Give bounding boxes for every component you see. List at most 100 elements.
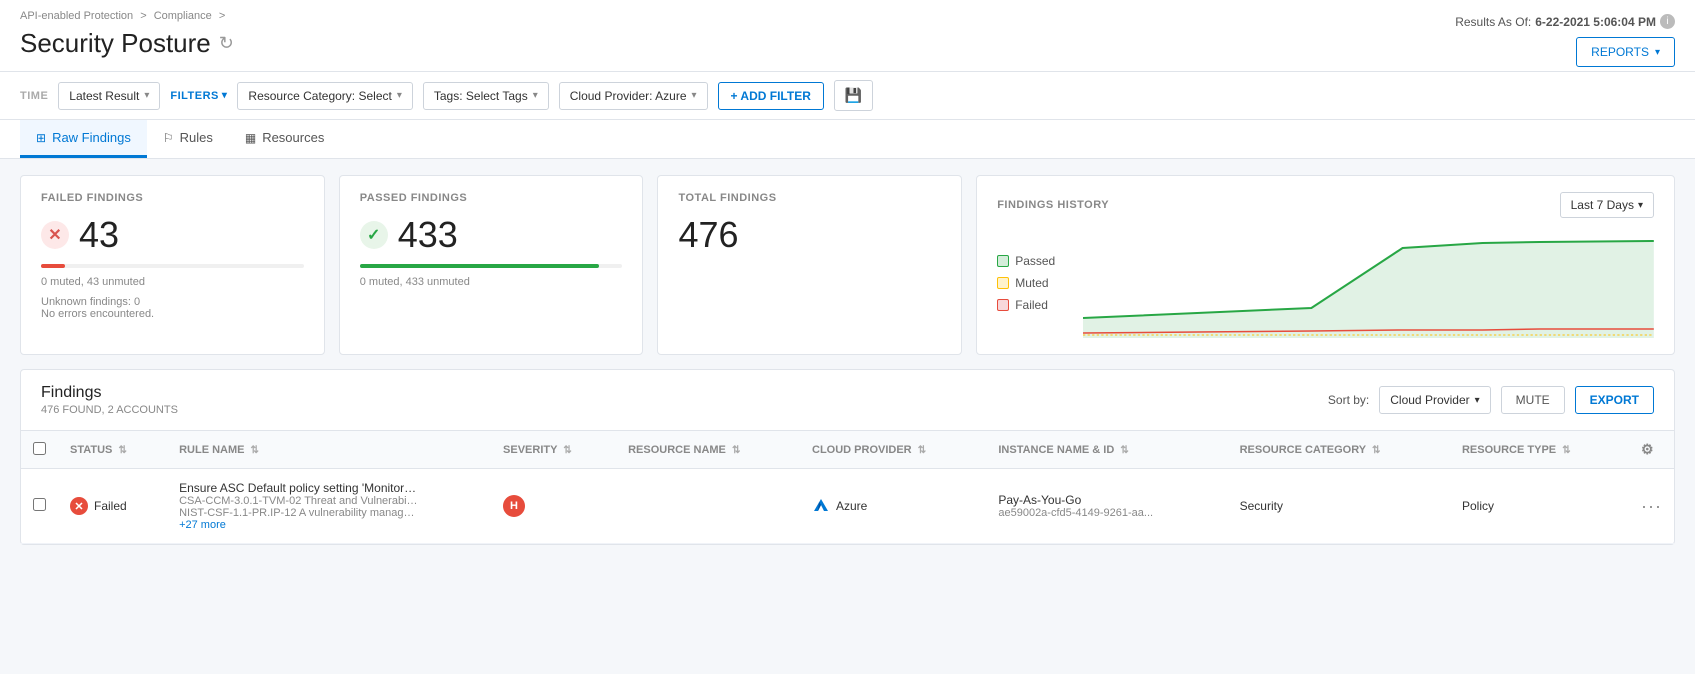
cloud-provider-dropdown[interactable]: Cloud Provider: Azure ▾ (559, 82, 708, 110)
rule-name-sub1: CSA-CCM-3.0.1-TVM-02 Threat and Vulnerab… (179, 495, 419, 507)
chart-legend: Passed Muted Failed (997, 228, 1067, 338)
total-value: 476 (678, 214, 738, 256)
sort-arrows-icon: ⇅ (918, 445, 926, 456)
table-wrapper: STATUS ⇅ RULE NAME ⇅ SEVERITY ⇅ RESOUR (21, 431, 1674, 544)
findings-section: Findings 476 FOUND, 2 ACCOUNTS Sort by: … (20, 369, 1675, 545)
metrics-row: FAILED FINDINGS ✕ 43 0 muted, 43 unmuted… (20, 175, 1675, 355)
th-cloud-provider[interactable]: CLOUD PROVIDER ⇅ (800, 431, 986, 469)
findings-history-card: FINDINGS HISTORY Last 7 Days ▾ Passed Mu… (976, 175, 1675, 355)
top-bar: API-enabled Protection > Compliance > Se… (0, 0, 1695, 72)
caret-icon: ▾ (1475, 395, 1480, 406)
tabs-row: ⊞ Raw Findings ⚐ Rules ▦ Resources (0, 120, 1695, 159)
sort-arrows-icon: ⇅ (563, 445, 571, 456)
no-errors: No errors encountered. (41, 308, 304, 320)
page-title-row: Security Posture ↻ (20, 28, 234, 71)
table-row: ✕ Failed Ensure ASC Default policy setti… (21, 469, 1674, 544)
tab-raw-findings[interactable]: ⊞ Raw Findings (20, 120, 147, 158)
chart-area (1083, 228, 1654, 338)
findings-chart (1083, 228, 1654, 338)
th-checkbox[interactable] (21, 431, 58, 469)
unknown-findings: Unknown findings: 0 (41, 296, 304, 308)
resource-type-value: Policy (1462, 499, 1494, 513)
sort-dropdown[interactable]: Cloud Provider ▾ (1379, 386, 1490, 414)
select-all-checkbox[interactable] (33, 442, 46, 455)
caret-icon: ▾ (692, 90, 697, 101)
grid-icon: ⊞ (36, 131, 46, 145)
time-label: TIME (20, 90, 48, 102)
top-header-row: API-enabled Protection > Compliance > Se… (20, 10, 1675, 71)
total-label: TOTAL FINDINGS (678, 192, 941, 204)
resource-category-value: Security (1240, 499, 1283, 513)
reports-button[interactable]: REPORTS ▾ (1576, 37, 1675, 67)
caret-icon: ▾ (397, 90, 402, 101)
failed-bar (41, 264, 304, 268)
save-filter-button[interactable]: 💾 (834, 80, 873, 111)
filters-label[interactable]: FILTERS ▾ (170, 90, 227, 102)
findings-subtitle: 476 FOUND, 2 ACCOUNTS (41, 404, 178, 416)
caret-icon: ▾ (533, 90, 538, 101)
resource-category-dropdown[interactable]: Resource Category: Select ▾ (237, 82, 412, 110)
cloud-provider-cell: Azure (812, 497, 974, 515)
history-label: FINDINGS HISTORY (997, 199, 1109, 211)
failed-sub: 0 muted, 43 unmuted (41, 276, 304, 288)
failed-status-icon: ✕ (70, 497, 88, 515)
breadcrumb: API-enabled Protection > Compliance > (20, 10, 234, 22)
sort-arrows-icon: ⇅ (1372, 445, 1380, 456)
sort-arrows-icon: ⇅ (1562, 445, 1570, 456)
instance-id: ae59002a-cfd5-4149-9261-aa... (998, 507, 1215, 519)
rule-more-link[interactable]: +27 more (179, 519, 479, 531)
th-resource-name[interactable]: RESOURCE NAME ⇅ (616, 431, 800, 469)
th-settings[interactable]: ⚙ (1629, 431, 1674, 469)
th-rule-name[interactable]: RULE NAME ⇅ (167, 431, 491, 469)
legend-passed: Passed (997, 254, 1067, 268)
passed-sub: 0 muted, 433 unmuted (360, 276, 623, 288)
th-resource-category[interactable]: RESOURCE CATEGORY ⇅ (1228, 431, 1450, 469)
sort-arrows-icon: ⇅ (251, 445, 259, 456)
passed-findings-card: PASSED FINDINGS ✓ 433 0 muted, 433 unmut… (339, 175, 644, 355)
th-resource-type[interactable]: RESOURCE TYPE ⇅ (1450, 431, 1629, 469)
legend-failed: Failed (997, 298, 1067, 312)
main-content: FAILED FINDINGS ✕ 43 0 muted, 43 unmuted… (0, 159, 1695, 561)
filter-toolbar: TIME Latest Result ▾ FILTERS ▾ Resource … (0, 72, 1695, 120)
failed-findings-card: FAILED FINDINGS ✕ 43 0 muted, 43 unmuted… (20, 175, 325, 355)
findings-title-group: Findings 476 FOUND, 2 ACCOUNTS (41, 384, 178, 416)
mute-button[interactable]: MUTE (1501, 386, 1565, 414)
caret-icon: ▾ (144, 90, 149, 101)
info-icon[interactable]: i (1660, 14, 1675, 29)
sort-arrows-icon: ⇅ (118, 445, 126, 456)
filters-caret-icon: ▾ (222, 90, 228, 101)
th-status[interactable]: STATUS ⇅ (58, 431, 167, 469)
th-severity[interactable]: SEVERITY ⇅ (491, 431, 616, 469)
failed-icon: ✕ (41, 221, 69, 249)
failed-label: FAILED FINDINGS (41, 192, 304, 204)
sort-arrows-icon: ⇅ (1120, 445, 1128, 456)
tab-resources[interactable]: ▦ Resources (229, 120, 340, 158)
passed-value: 433 (398, 214, 458, 256)
instance-name: Pay-As-You-Go (998, 493, 1215, 507)
rule-name-main: Ensure ASC Default policy setting 'Monit… (179, 481, 419, 495)
latest-result-dropdown[interactable]: Latest Result ▾ (58, 82, 160, 110)
caret-icon: ▾ (1638, 200, 1643, 211)
gear-icon[interactable]: ⚙ (1641, 441, 1654, 457)
row-checkbox[interactable] (33, 498, 46, 511)
passed-icon: ✓ (360, 221, 388, 249)
rule-name-sub2: NIST-CSF-1.1-PR.IP-12 A vulnerability ma… (179, 507, 419, 519)
tags-dropdown[interactable]: Tags: Select Tags ▾ (423, 82, 549, 110)
export-button[interactable]: EXPORT (1575, 386, 1654, 414)
caret-down-icon: ▾ (1655, 47, 1660, 58)
tab-rules[interactable]: ⚐ Rules (147, 120, 229, 158)
history-time-dropdown[interactable]: Last 7 Days ▾ (1560, 192, 1654, 218)
resources-icon: ▦ (245, 131, 256, 145)
failed-value: 43 (79, 214, 119, 256)
th-instance-name[interactable]: INSTANCE NAME & ID ⇅ (986, 431, 1227, 469)
status-badge: ✕ Failed (70, 497, 127, 515)
findings-title: Findings (41, 384, 178, 402)
refresh-icon[interactable]: ↻ (219, 33, 234, 54)
passed-bar (360, 264, 623, 268)
add-filter-button[interactable]: + ADD FILTER (718, 82, 824, 110)
row-actions-button[interactable]: ··· (1641, 496, 1662, 517)
sort-arrows-icon: ⇅ (732, 445, 740, 456)
findings-actions: Sort by: Cloud Provider ▾ MUTE EXPORT (1328, 386, 1654, 414)
legend-muted: Muted (997, 276, 1067, 290)
severity-badge: H (503, 495, 525, 517)
